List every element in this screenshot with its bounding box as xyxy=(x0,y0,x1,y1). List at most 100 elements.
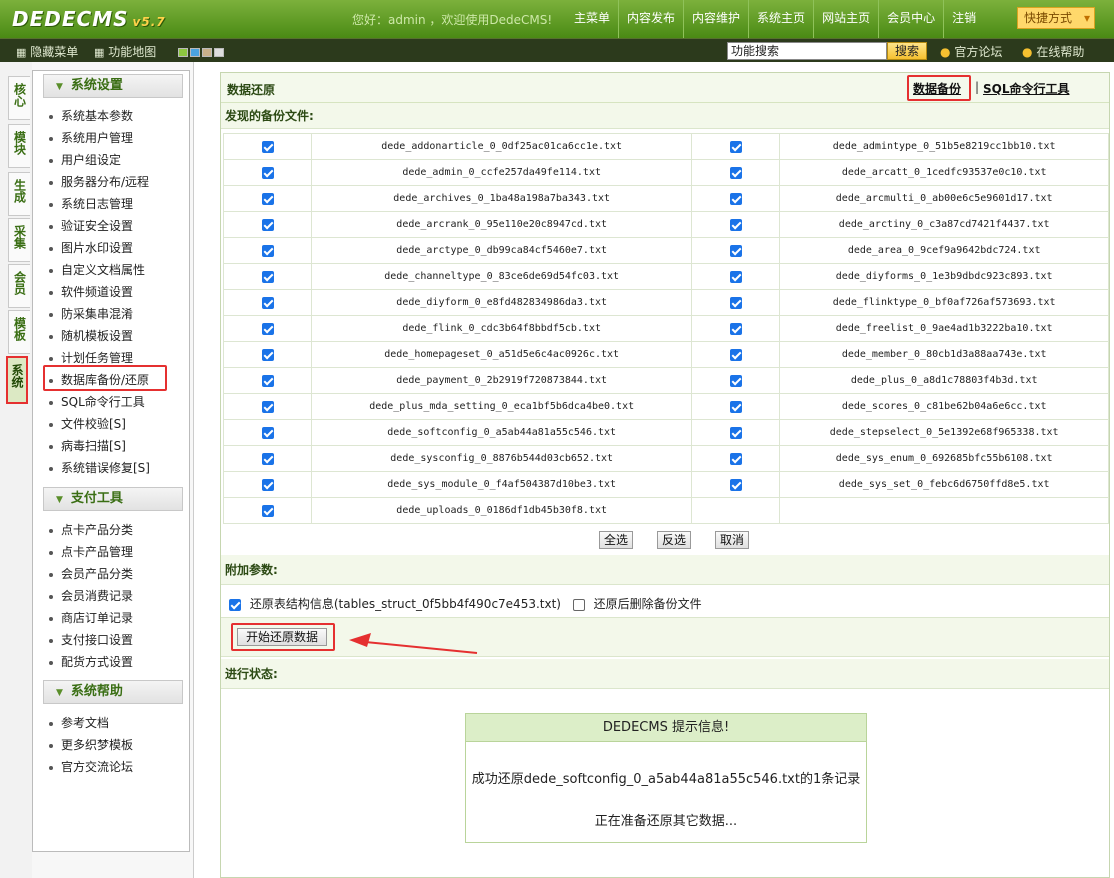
nav-sys-home[interactable]: 系统主页 xyxy=(748,0,813,38)
menu-item[interactable]: 更多织梦模板 xyxy=(49,736,133,753)
tab-generate[interactable]: 生成 xyxy=(8,172,30,216)
skin-gray-icon[interactable] xyxy=(214,48,224,57)
file-checkbox[interactable] xyxy=(729,244,742,257)
menu-item[interactable]: 病毒扫描[S] xyxy=(49,437,126,454)
file-checkbox[interactable] xyxy=(261,504,274,517)
menu-item[interactable]: 支付接口设置 xyxy=(49,631,133,648)
select-all-button[interactable]: 全选 xyxy=(599,531,633,549)
menu-item[interactable]: 图片水印设置 xyxy=(49,239,133,256)
menu-item[interactable]: 配货方式设置 xyxy=(49,653,133,670)
menu-item[interactable]: 防采集串混淆 xyxy=(49,305,133,322)
file-checkbox-cell xyxy=(223,445,312,472)
skin-green-icon[interactable] xyxy=(178,48,188,57)
skin-blue-icon[interactable] xyxy=(190,48,200,57)
highlight-box xyxy=(907,75,971,101)
menu-item[interactable]: 点卡产品管理 xyxy=(49,543,133,560)
file-checkbox[interactable] xyxy=(729,374,742,387)
file-checkbox[interactable] xyxy=(261,348,274,361)
file-checkbox[interactable] xyxy=(729,270,742,283)
file-name: dede_arctype_0_db99ca84cf5460e7.txt xyxy=(310,237,693,264)
menu-item[interactable]: 会员产品分类 xyxy=(49,565,133,582)
menu-item[interactable]: SQL命令行工具 xyxy=(49,393,145,410)
file-checkbox[interactable] xyxy=(261,244,274,257)
triangle-down-icon: ▼ xyxy=(56,495,63,505)
tab-system[interactable]: 系统 xyxy=(6,356,28,404)
sql-tool-link[interactable]: SQL命令行工具 xyxy=(983,80,1070,97)
menu-section-system-settings[interactable]: ▼ 系统设置 xyxy=(43,74,183,98)
hide-menu-button[interactable]: ▦ 隐藏菜单 xyxy=(16,43,78,60)
tab-collect[interactable]: 采集 xyxy=(8,218,30,262)
skin-selector[interactable] xyxy=(178,45,226,59)
file-checkbox-cell xyxy=(223,185,312,212)
invert-selection-button[interactable]: 反选 xyxy=(657,531,691,549)
file-checkbox[interactable] xyxy=(729,140,742,153)
file-checkbox[interactable] xyxy=(261,374,274,387)
tab-modules[interactable]: 模块 xyxy=(8,124,30,168)
cancel-selection-button[interactable]: 取消 xyxy=(715,531,749,549)
help-link[interactable]: ● 在线帮助 xyxy=(1022,43,1084,60)
menu-item[interactable]: 点卡产品分类 xyxy=(49,521,133,538)
nav-maintain[interactable]: 内容维护 xyxy=(683,0,748,38)
file-checkbox[interactable] xyxy=(261,322,274,335)
menu-item[interactable]: 自定义文档属性 xyxy=(49,261,145,278)
nav-member-center[interactable]: 会员中心 xyxy=(878,0,943,38)
search-button[interactable]: 搜索 xyxy=(887,42,927,60)
file-checkbox[interactable] xyxy=(729,166,742,179)
search-input[interactable]: 功能搜索 xyxy=(727,42,887,60)
menu-item[interactable]: 文件校验[S] xyxy=(49,415,126,432)
menu-item[interactable]: 随机模板设置 xyxy=(49,327,133,344)
site-map-button[interactable]: ▦ 功能地图 xyxy=(94,43,156,60)
file-checkbox[interactable] xyxy=(729,322,742,335)
file-checkbox[interactable] xyxy=(729,192,742,205)
file-name: dede_diyform_0_e8fd482834986da3.txt xyxy=(310,289,693,316)
triangle-down-icon: ▼ xyxy=(56,82,63,92)
menu-item[interactable]: 系统基本参数 xyxy=(49,107,133,124)
file-checkbox[interactable] xyxy=(261,478,274,491)
menu-item[interactable]: 系统用户管理 xyxy=(49,129,133,146)
file-checkbox[interactable] xyxy=(261,192,274,205)
tab-templates[interactable]: 模板 xyxy=(8,310,30,354)
menu-section-system-help[interactable]: ▼ 系统帮助 xyxy=(43,680,183,704)
file-checkbox[interactable] xyxy=(261,270,274,283)
file-checkbox[interactable] xyxy=(261,452,274,465)
menu-item[interactable]: 商店订单记录 xyxy=(49,609,133,626)
menu-section-payment-tools[interactable]: ▼ 支付工具 xyxy=(43,487,183,511)
file-checkbox[interactable] xyxy=(729,478,742,491)
file-checkbox[interactable] xyxy=(729,452,742,465)
skin-brown-icon[interactable] xyxy=(202,48,212,57)
menu-item[interactable]: 参考文档 xyxy=(49,714,109,731)
file-checkbox[interactable] xyxy=(729,426,742,439)
table-row: dede_addonarticle_0_0df25ac01ca6cc1e.txt… xyxy=(223,133,1109,160)
file-checkbox[interactable] xyxy=(729,348,742,361)
file-checkbox[interactable] xyxy=(729,296,742,309)
menu-item[interactable]: 服务器分布/远程 xyxy=(49,173,149,190)
menu-item[interactable]: 系统错误修复[S] xyxy=(49,459,150,476)
menu-item[interactable]: 用户组设定 xyxy=(49,151,121,168)
menu-item[interactable]: 官方交流论坛 xyxy=(49,758,133,775)
menu-item[interactable]: 验证安全设置 xyxy=(49,217,133,234)
struct-checkbox[interactable] xyxy=(229,598,241,611)
file-checkbox[interactable] xyxy=(729,218,742,231)
file-checkbox[interactable] xyxy=(261,140,274,153)
file-checkbox[interactable] xyxy=(261,400,274,413)
file-checkbox[interactable] xyxy=(261,218,274,231)
menu-item[interactable]: 会员消费记录 xyxy=(49,587,133,604)
file-name: dede_uploads_0_0186df1db45b30f8.txt xyxy=(310,497,693,524)
quick-access-dropdown[interactable]: 快捷方式 ▾ xyxy=(1017,7,1095,29)
delete-checkbox[interactable] xyxy=(572,598,585,611)
nav-main-menu[interactable]: 主菜单 xyxy=(566,0,618,38)
nav-site-home[interactable]: 网站主页 xyxy=(813,0,878,38)
tab-members[interactable]: 会员 xyxy=(8,264,30,308)
file-checkbox[interactable] xyxy=(729,400,742,413)
menu-item[interactable]: 系统日志管理 xyxy=(49,195,133,212)
file-checkbox[interactable] xyxy=(261,426,274,439)
menu-item[interactable]: 软件频道设置 xyxy=(49,283,133,300)
forum-link[interactable]: ● 官方论坛 xyxy=(940,43,1002,60)
file-checkbox[interactable] xyxy=(261,296,274,309)
nav-publish[interactable]: 内容发布 xyxy=(618,0,683,38)
file-checkbox[interactable] xyxy=(261,166,274,179)
arrow-annotation-icon xyxy=(349,633,478,654)
tab-core[interactable]: 核心 xyxy=(8,76,30,120)
nav-logout[interactable]: 注销 xyxy=(943,0,984,38)
menu-item[interactable]: 计划任务管理 xyxy=(49,349,133,366)
